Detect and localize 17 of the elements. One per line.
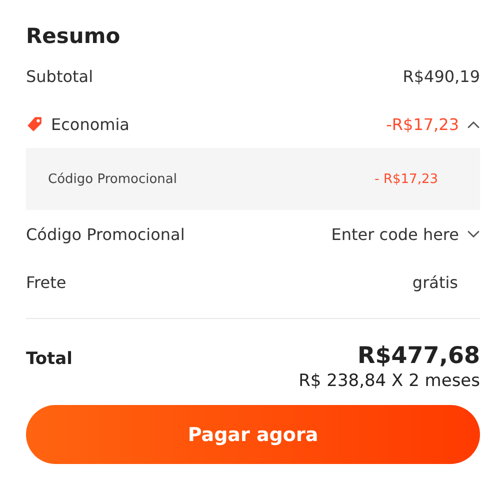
total-label: Total — [26, 349, 72, 369]
subtotal-label: Subtotal — [26, 66, 94, 86]
promo-code-label: Código Promocional — [26, 224, 185, 244]
chevron-down-icon[interactable] — [467, 230, 480, 238]
total-value: R$477,68 — [358, 343, 480, 369]
discount-value: - R$17,23 — [374, 172, 438, 186]
subtotal-value: R$490,19 — [402, 66, 480, 86]
installments-text: R$ 238,84 X 2 meses — [298, 371, 480, 391]
discount-label: Código Promocional — [48, 172, 178, 186]
savings-label: Economia — [51, 114, 130, 134]
shipping-label: Frete — [26, 272, 66, 292]
chevron-up-icon[interactable] — [467, 120, 480, 128]
summary-title: Resumo — [26, 23, 122, 50]
savings-value: -R$17,23 — [386, 114, 459, 134]
tag-icon — [26, 116, 43, 132]
promo-code-field[interactable]: Enter code here — [331, 224, 459, 244]
shipping-value: grátis — [412, 272, 459, 292]
